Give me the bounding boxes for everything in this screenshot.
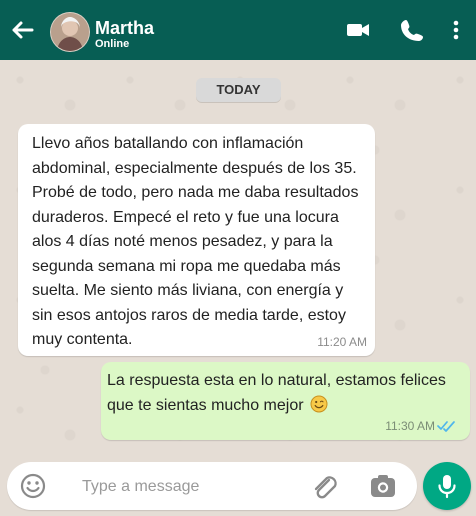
- camera-icon[interactable]: [368, 472, 398, 502]
- outgoing-message-time: 11:30 AM: [385, 419, 435, 433]
- message-input-placeholder[interactable]: Type a message: [82, 478, 199, 496]
- back-arrow-icon[interactable]: [8, 16, 36, 44]
- emoji-icon[interactable]: [19, 472, 47, 500]
- contact-name[interactable]: Martha: [95, 18, 154, 38]
- chat-header: Martha Online: [0, 0, 476, 60]
- incoming-message[interactable]: Llevo años batallando con inflamación ab…: [18, 124, 375, 356]
- contact-status: Online: [95, 38, 130, 50]
- attachment-icon[interactable]: [309, 472, 341, 504]
- outgoing-message-text: La respuesta esta en lo natural, estamos…: [107, 369, 462, 418]
- smile-emoji-icon: [310, 395, 328, 412]
- incoming-message-text: Llevo años batallando con inflamación ab…: [32, 135, 359, 348]
- microphone-button[interactable]: [423, 462, 471, 510]
- phone-icon[interactable]: [398, 16, 426, 44]
- message-input-bar: Type a message: [0, 456, 476, 516]
- double-check-icon: [437, 421, 455, 432]
- incoming-message-time: 11:20 AM: [317, 335, 367, 349]
- date-separator: TODAY: [196, 78, 281, 102]
- avatar[interactable]: [50, 12, 90, 52]
- microphone-icon: [438, 475, 456, 499]
- video-call-icon[interactable]: [344, 16, 372, 44]
- outgoing-message[interactable]: La respuesta esta en lo natural, estamos…: [101, 362, 470, 440]
- message-input-box[interactable]: Type a message: [7, 462, 417, 510]
- more-vert-icon[interactable]: [446, 16, 466, 44]
- outgoing-message-text-content: La respuesta esta en lo natural, estamos…: [107, 372, 446, 414]
